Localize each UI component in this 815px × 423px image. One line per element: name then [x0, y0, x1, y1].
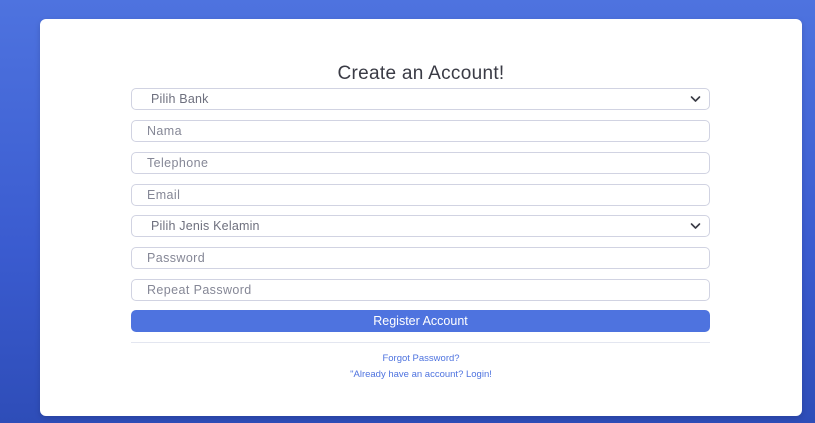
login-link[interactable]: "Already have an account? Login!	[40, 369, 802, 380]
name-input[interactable]	[131, 120, 710, 142]
chevron-down-icon	[690, 96, 701, 102]
gender-select-value: Pilih Jenis Kelamin	[151, 219, 260, 233]
gender-select[interactable]: Pilih Jenis Kelamin	[131, 215, 710, 237]
telephone-input[interactable]	[131, 152, 710, 174]
email-input[interactable]	[131, 184, 710, 206]
register-card: Create an Account! Pilih Bank Pilih Jeni…	[40, 19, 802, 416]
bank-select[interactable]: Pilih Bank	[131, 88, 710, 110]
forgot-password-link[interactable]: Forgot Password?	[40, 353, 802, 364]
divider	[131, 342, 710, 343]
password-input[interactable]	[131, 247, 710, 269]
register-account-button[interactable]: Register Account	[131, 310, 710, 332]
bank-select-value: Pilih Bank	[151, 92, 209, 106]
chevron-down-icon	[690, 223, 701, 229]
repeat-password-input[interactable]	[131, 279, 710, 301]
page-title: Create an Account!	[337, 63, 505, 84]
